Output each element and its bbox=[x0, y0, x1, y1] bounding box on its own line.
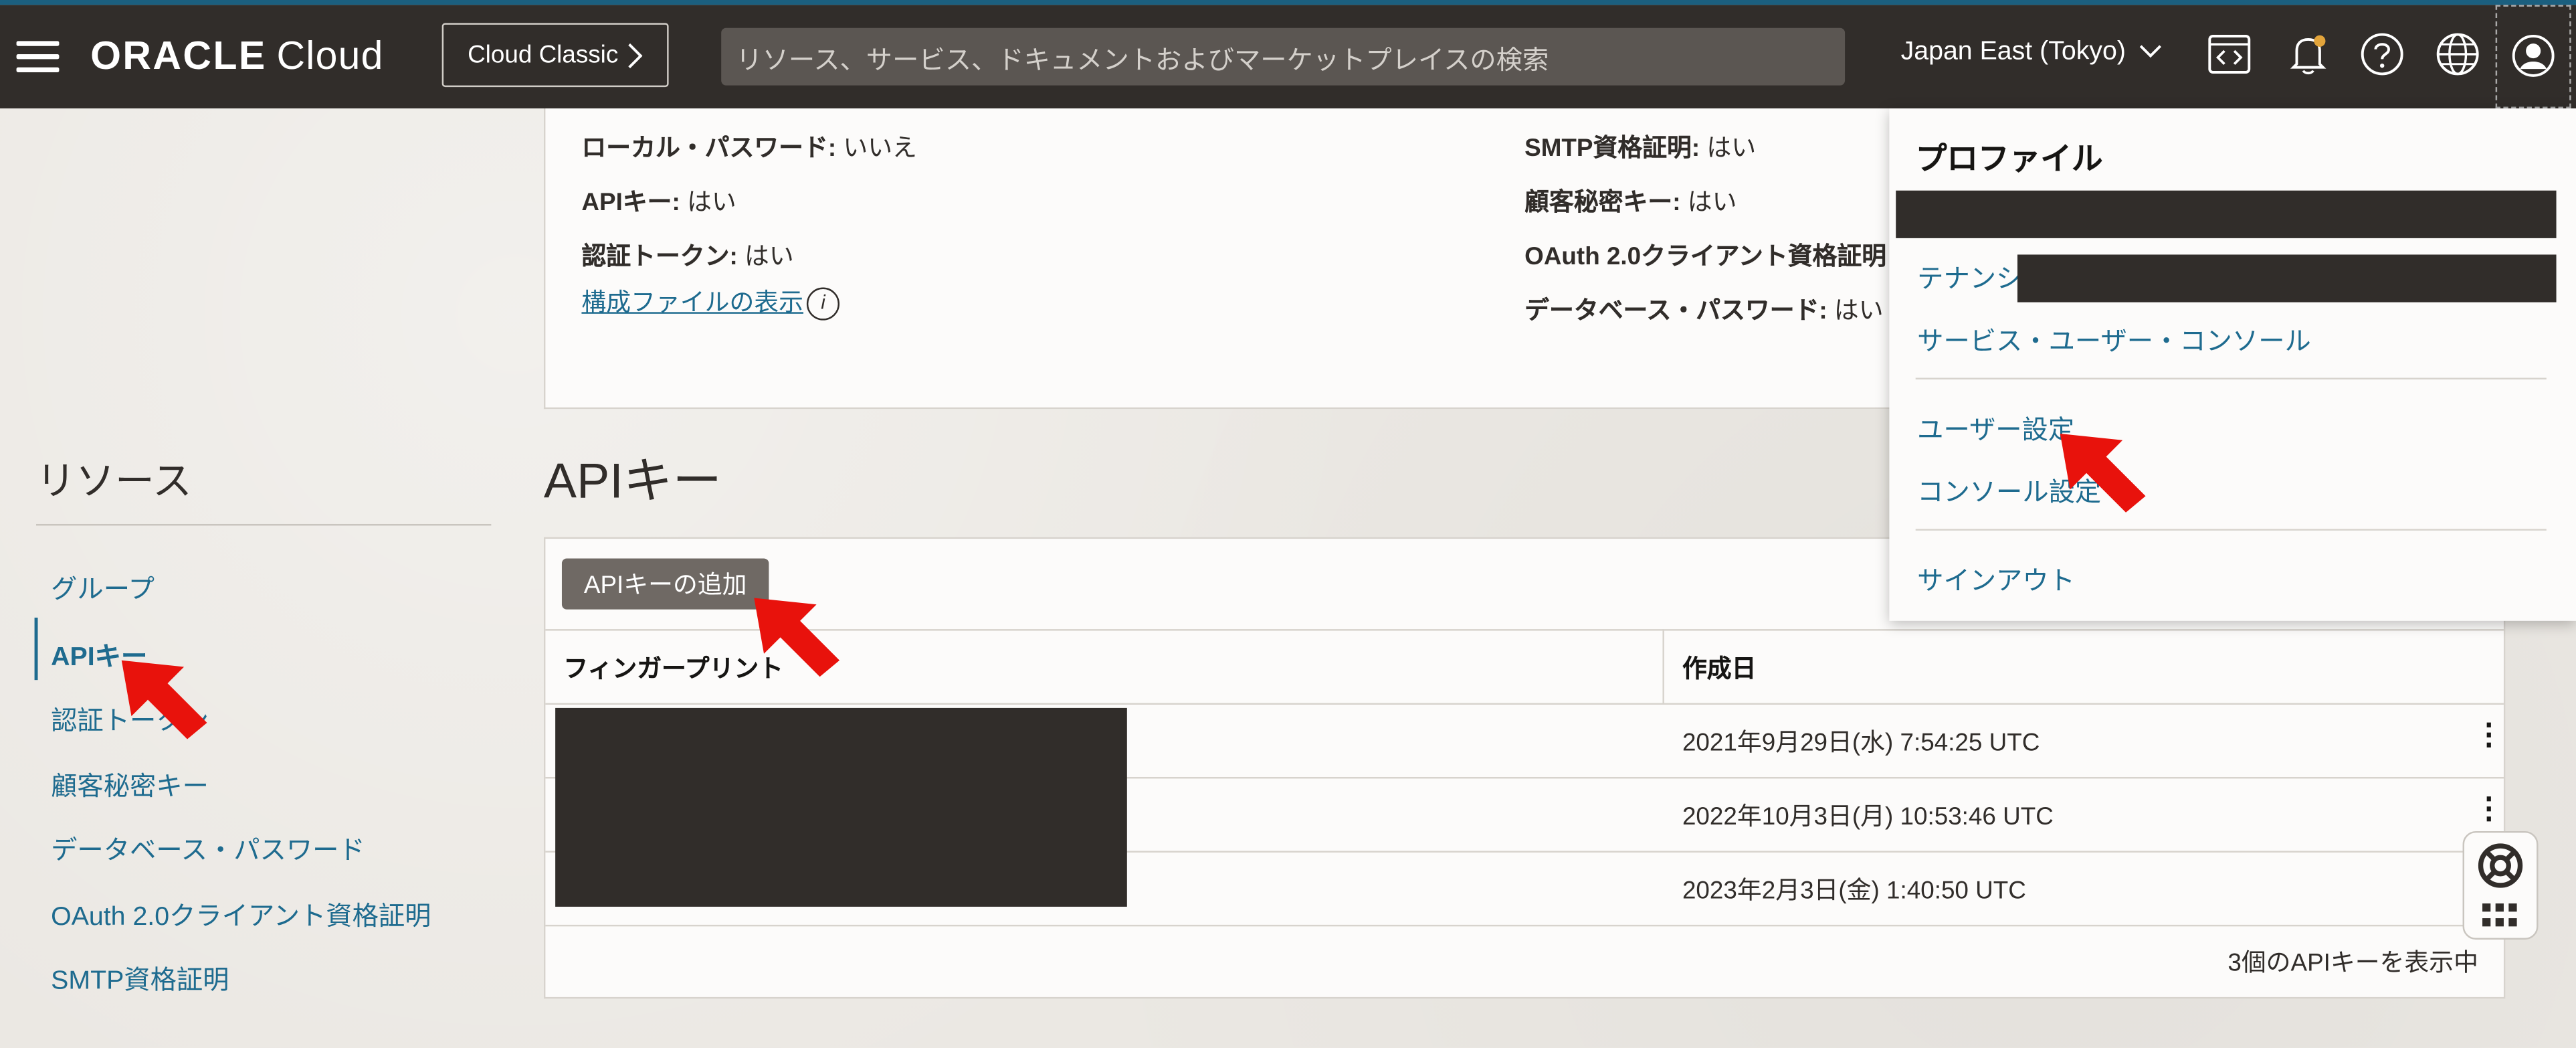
smtp-value: はい bbox=[1706, 135, 1757, 163]
view-config-file-link[interactable]: 構成ファイルの表示 bbox=[581, 289, 803, 317]
apps-grid-icon bbox=[2482, 903, 2517, 927]
annotation-arrow-icon bbox=[754, 598, 840, 677]
row-actions-menu-icon[interactable]: ⋮ bbox=[2474, 719, 2504, 749]
table-row-border bbox=[545, 703, 2504, 705]
resources-divider bbox=[36, 523, 492, 526]
user-settings-link[interactable]: ユーザー設定 bbox=[1917, 408, 2074, 447]
column-header-created[interactable]: 作成日 bbox=[1682, 631, 1757, 703]
auth-tokens-label: 認証トークン: bbox=[581, 243, 738, 271]
bell-icon[interactable] bbox=[2284, 29, 2333, 79]
add-api-key-button[interactable]: APIキーの追加 bbox=[561, 558, 769, 610]
row-actions-menu-icon[interactable]: ⋮ bbox=[2474, 794, 2504, 823]
tenancy-link[interactable]: テナンシ bbox=[1917, 256, 2022, 296]
column-divider bbox=[1662, 629, 1664, 703]
local-password-label: ローカル・パスワード: bbox=[581, 135, 837, 163]
oracle-cloud-logo[interactable]: ORACLE Cloud bbox=[90, 35, 384, 81]
profile-dropdown-menu bbox=[1889, 108, 2576, 621]
cloud-classic-button[interactable]: Cloud Classic bbox=[441, 23, 669, 88]
sidebar-item-customer-secret-keys[interactable]: 顧客秘密キー bbox=[51, 764, 209, 803]
region-label: Japan East (Tokyo) bbox=[1900, 37, 2126, 66]
customer-secret-row: 顧客秘密キー: はい bbox=[1524, 184, 1737, 219]
sign-out-link[interactable]: サインアウト bbox=[1917, 559, 2075, 598]
redacted-fingerprints bbox=[555, 707, 1127, 907]
annotation-arrow-icon bbox=[2060, 433, 2146, 513]
local-password-value: いいえ bbox=[843, 135, 917, 163]
local-password-row: ローカル・パスワード: いいえ bbox=[581, 130, 916, 165]
sidebar-item-smtp-credentials[interactable]: SMTP資格証明 bbox=[51, 958, 229, 997]
db-password-label: データベース・パスワード: bbox=[1524, 297, 1827, 325]
table-row-created-date: 2023年2月3日(金) 1:40:50 UTC bbox=[1682, 877, 2026, 905]
config-file-row: 構成ファイルの表示 i bbox=[581, 284, 840, 321]
redacted-tenancy-name bbox=[2017, 254, 2557, 302]
api-keys-count: 3個のAPIキーを表示中 bbox=[2227, 949, 2478, 978]
auth-tokens-value: はい bbox=[744, 243, 794, 271]
product-name: Cloud bbox=[276, 34, 384, 79]
oauth-label: OAuth 2.0クライアント資格証明 bbox=[1524, 243, 1887, 271]
db-password-row: データベース・パスワード: はい bbox=[1524, 292, 1883, 327]
top-navigation-bar: ORACLE Cloud Cloud Classic リソース、サービス、ドキュメ… bbox=[0, 5, 2576, 108]
lifebuoy-icon bbox=[2478, 843, 2523, 888]
search-input[interactable]: リソース、サービス、ドキュメントおよびマーケットプレイスの検索 bbox=[721, 27, 1846, 86]
table-row-created-date: 2022年10月3日(月) 10:53:46 UTC bbox=[1682, 803, 2054, 831]
chevron-right-icon bbox=[629, 42, 643, 68]
info-icon[interactable]: i bbox=[806, 287, 840, 321]
menu-separator bbox=[1915, 529, 2547, 531]
profile-icon bbox=[2512, 35, 2555, 77]
customer-secret-label: 顧客秘密キー: bbox=[1524, 189, 1681, 217]
profile-menu-title: プロファイル bbox=[1915, 143, 2103, 178]
api-keys-row: APIキー: はい bbox=[581, 184, 736, 219]
table-footer-border bbox=[545, 924, 2504, 927]
brand-name: ORACLE bbox=[90, 34, 267, 79]
redacted-username bbox=[1896, 190, 2557, 238]
menu-separator bbox=[1915, 377, 2547, 379]
active-item-indicator bbox=[34, 617, 38, 681]
profile-button[interactable] bbox=[2495, 5, 2571, 108]
sidebar-item-oauth-credentials[interactable]: OAuth 2.0クライアント資格証明 bbox=[51, 893, 431, 933]
annotation-arrow-icon bbox=[121, 660, 207, 739]
api-keys-value: はい bbox=[687, 189, 736, 217]
cloud-classic-label: Cloud Classic bbox=[468, 41, 619, 70]
top-accent-line bbox=[0, 0, 2576, 5]
help-icon[interactable] bbox=[2357, 29, 2407, 79]
chevron-down-icon bbox=[2140, 45, 2163, 58]
globe-icon[interactable] bbox=[2433, 29, 2482, 79]
smtp-label: SMTP資格証明: bbox=[1524, 135, 1700, 163]
table-row-created-date: 2021年9月29日(水) 7:54:25 UTC bbox=[1682, 729, 2040, 758]
api-keys-label: APIキー: bbox=[581, 189, 680, 217]
smtp-row: SMTP資格証明: はい bbox=[1524, 130, 1756, 165]
code-editor-icon[interactable] bbox=[2205, 29, 2254, 79]
sidebar-item-groups[interactable]: グループ bbox=[51, 567, 155, 606]
auth-tokens-row: 認証トークン: はい bbox=[581, 238, 793, 273]
help-widget[interactable] bbox=[2462, 831, 2539, 940]
oauth-row: OAuth 2.0クライアント資格証明 bbox=[1524, 238, 1886, 273]
customer-secret-value: はい bbox=[1687, 189, 1737, 217]
resources-title: リソース bbox=[36, 460, 192, 505]
hamburger-menu-icon[interactable] bbox=[16, 41, 60, 74]
sidebar-item-database-passwords[interactable]: データベース・パスワード bbox=[51, 828, 365, 867]
db-password-value: はい bbox=[1834, 297, 1884, 325]
page-title: APIキー bbox=[543, 454, 722, 509]
service-user-console-link[interactable]: サービス・ユーザー・コンソール bbox=[1917, 319, 2311, 358]
search-placeholder: リソース、サービス、ドキュメントおよびマーケットプレイスの検索 bbox=[736, 46, 1549, 75]
region-selector[interactable]: Japan East (Tokyo) bbox=[1901, 37, 2163, 67]
